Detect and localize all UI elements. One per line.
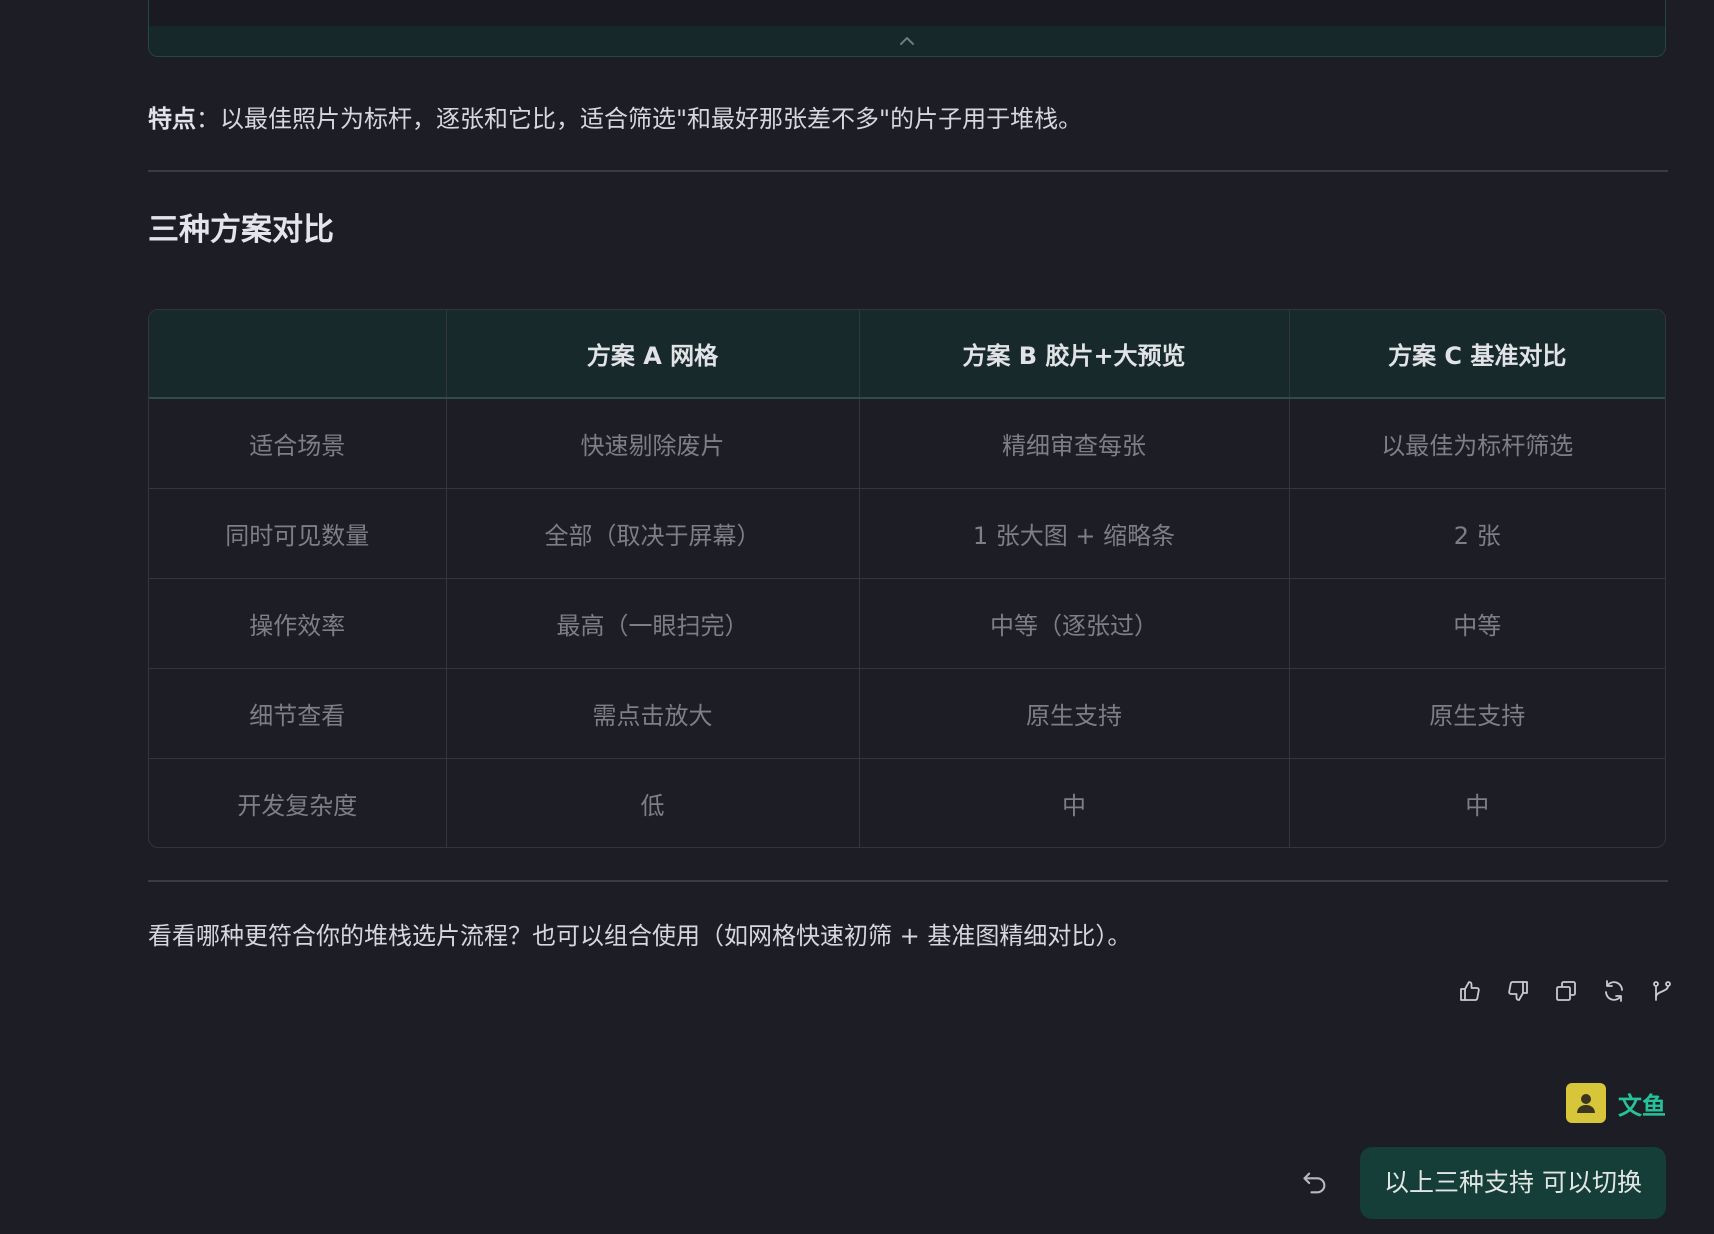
section-title: 三种方案对比 [148,212,334,248]
copy-button[interactable] [1554,979,1578,1003]
collapse-toggle[interactable] [149,26,1665,56]
divider [148,170,1668,172]
table-cell: 2 张 [1289,488,1665,579]
table-cell: 精细审查每张 [859,398,1290,489]
user-message-row: 以上三种支持 可以切换 [1300,1147,1666,1219]
user-icon [1577,1094,1595,1113]
table-cell: 原生支持 [1289,668,1665,759]
feature-note: 特点：以最佳照片为标杆，逐张和它比，适合筛选"和最好那张差不多"的片子用于堆栈。 [148,102,1668,136]
thumbs-up-icon [1460,981,1480,1001]
table-cell: 同时可见数量 [149,488,447,579]
thumbs-down-icon [1508,981,1528,1001]
table-cell: 快速剔除废片 [446,398,860,489]
table-cell: 需点击放大 [446,668,860,759]
user-message-bubble: 以上三种支持 可以切换 [1360,1147,1666,1219]
table-row: 细节查看 需点击放大 原生支持 原生支持 [149,668,1665,759]
table-header-cell: 方案 B 胶片+大预览 [859,310,1290,399]
table-cell: 以最佳为标杆筛选 [1289,398,1665,489]
table-cell: 1 张大图 + 缩略条 [859,488,1290,579]
like-button[interactable] [1458,979,1482,1003]
avatar[interactable] [1566,1083,1606,1123]
user-name: 文鱼 [1618,1091,1666,1120]
divider [148,880,1668,882]
comparison-table: 方案 A 网格 方案 B 胶片+大预览 方案 C 基准对比 适合场景 快速剔除废… [148,309,1666,848]
closing-text: 看看哪种更符合你的堆栈选片流程？也可以组合使用（如网格快速初筛 + 基准图精细对… [148,922,1132,950]
chevron-up-icon [900,37,914,45]
chat-conversation-view: 特点：以最佳照片为标杆，逐张和它比，适合筛选"和最好那张差不多"的片子用于堆栈。… [0,0,1714,1234]
table-cell: 中等（逐张过） [859,578,1290,669]
table-row: 开发复杂度 低 中 中 [149,758,1665,847]
table-cell: 全部（取决于屏幕） [446,488,860,579]
table-cell: 适合场景 [149,398,447,489]
regenerate-button[interactable] [1602,979,1626,1003]
table-cell: 中等 [1289,578,1665,669]
table-cell: 中 [859,758,1290,847]
table-header-cell: 方案 A 网格 [446,310,860,399]
table-cell: 开发复杂度 [149,758,447,847]
dislike-button[interactable] [1506,979,1530,1003]
table-header-cell: 方案 C 基准对比 [1289,310,1665,399]
collapsed-code-block [148,0,1666,57]
table-row: 适合场景 快速剔除废片 精细审查每张 以最佳为标杆筛选 [149,398,1665,489]
user-header: 文鱼 [1566,1083,1666,1123]
feature-note-label: 特点 [148,105,196,133]
copy-icon [1556,981,1576,1001]
feature-note-text: ：以最佳照片为标杆，逐张和它比，适合筛选"和最好那张差不多"的片子用于堆栈。 [196,105,1083,133]
table-cell: 最高（一眼扫完） [446,578,860,669]
table-header-row: 方案 A 网格 方案 B 胶片+大预览 方案 C 基准对比 [149,310,1665,399]
branch-button[interactable] [1650,979,1674,1003]
table-cell: 细节查看 [149,668,447,759]
undo-button[interactable] [1300,1168,1330,1198]
table-cell: 低 [446,758,860,847]
table-row: 同时可见数量 全部（取决于屏幕） 1 张大图 + 缩略条 2 张 [149,488,1665,579]
table-cell: 原生支持 [859,668,1290,759]
table-cell: 操作效率 [149,578,447,669]
table-header-cell [149,310,447,399]
refresh-icon [1605,980,1623,1002]
table-row: 操作效率 最高（一眼扫完） 中等（逐张过） 中等 [149,578,1665,669]
table-cell: 中 [1465,791,1490,820]
branch-icon [1653,981,1671,1001]
message-action-bar [1458,979,1674,1003]
undo-icon [1303,1172,1326,1194]
